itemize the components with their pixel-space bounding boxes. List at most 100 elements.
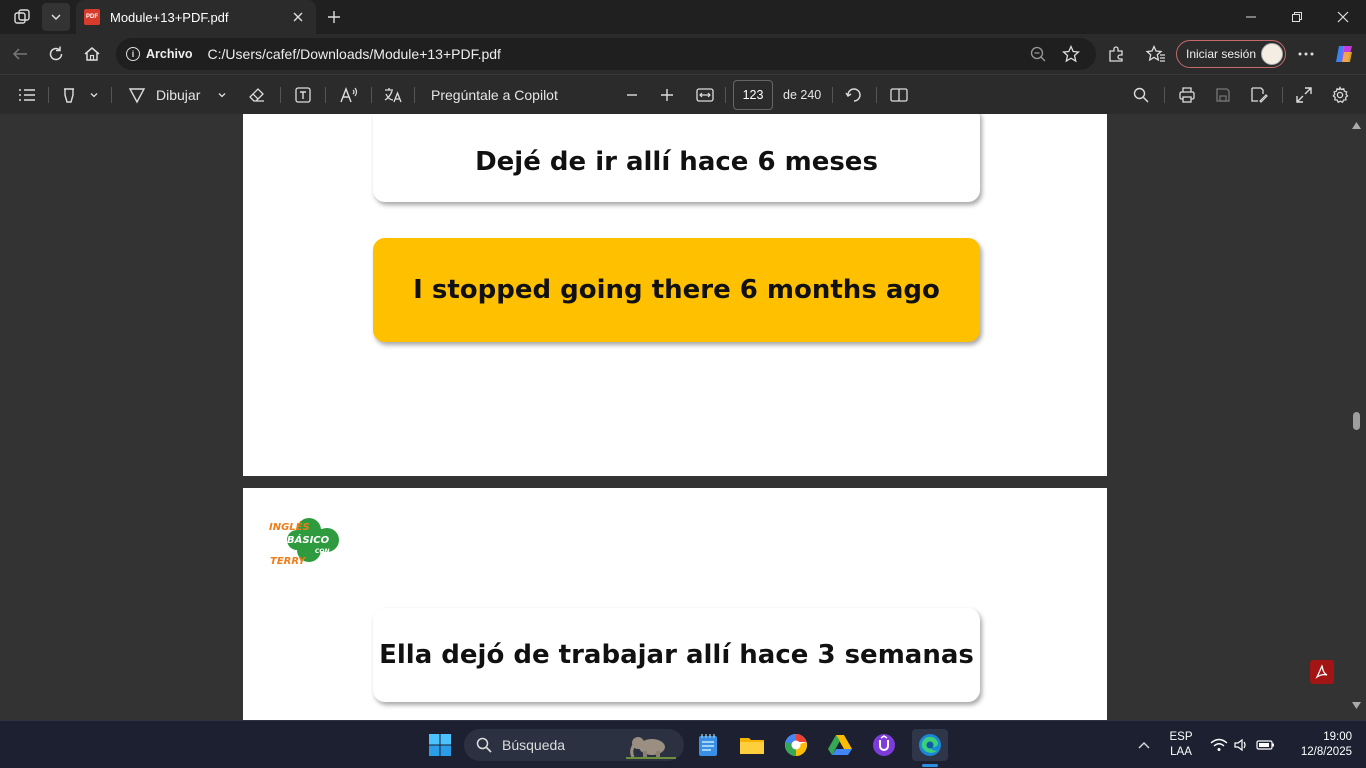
search-placeholder: Búsqueda: [502, 737, 566, 753]
highlight-icon[interactable]: [58, 83, 80, 107]
tab-bar: PDF Module+13+PDF.pdf: [0, 0, 1366, 34]
phrase-card-spanish: Dejé de ir allí hace 6 meses: [373, 114, 980, 202]
fullscreen-icon[interactable]: [1293, 83, 1315, 107]
window-controls: [1228, 0, 1366, 34]
separator: [111, 87, 112, 103]
pdf-viewer[interactable]: Dejé de ir allí hace 6 meses I stopped g…: [0, 114, 1366, 720]
close-window-button[interactable]: [1320, 0, 1366, 34]
separator: [725, 87, 726, 103]
separator: [280, 87, 281, 103]
save-as-icon[interactable]: [1248, 83, 1270, 107]
settings-gear-icon[interactable]: [1329, 83, 1351, 107]
file-explorer-icon[interactable]: [736, 729, 768, 761]
page-view-icon[interactable]: [888, 83, 910, 107]
ask-copilot-button[interactable]: Pregúntale a Copilot: [431, 83, 558, 107]
scroll-down-arrow-icon[interactable]: [1352, 702, 1361, 709]
highlight-dropdown-chevron-icon[interactable]: [86, 83, 102, 107]
tab-active[interactable]: PDF Module+13+PDF.pdf: [76, 0, 316, 34]
scrollbar-thumb[interactable]: [1353, 412, 1360, 430]
refresh-icon[interactable]: [42, 40, 70, 68]
zoom-out-icon[interactable]: [1030, 46, 1046, 65]
separator: [1164, 87, 1165, 103]
draw-dropdown-chevron-icon[interactable]: [214, 83, 230, 107]
signin-label: Iniciar sesión: [1186, 47, 1257, 61]
notepad-icon[interactable]: [692, 729, 724, 761]
extensions-icon[interactable]: [1102, 40, 1130, 68]
clock[interactable]: 19:00 12/8/2025: [1286, 730, 1352, 760]
ask-copilot-label: Pregúntale a Copilot: [431, 87, 558, 103]
pdf-page: INGLÉS BÁSICO CON TERRY Ella dejó de tra…: [243, 488, 1107, 720]
close-tab-icon[interactable]: [288, 7, 308, 27]
address-prefix: Archivo: [146, 47, 193, 61]
windows-start-icon[interactable]: [424, 729, 456, 761]
total-pages: de 240: [783, 83, 821, 107]
page-number-input[interactable]: 123: [733, 80, 773, 110]
separator: [325, 87, 326, 103]
zoom-in-plus-icon[interactable]: [657, 83, 677, 107]
tab-actions-chevron-icon[interactable]: [42, 3, 70, 31]
more-menu-icon[interactable]: [1292, 40, 1320, 68]
date: 12/8/2025: [1300, 746, 1352, 758]
zoom-out-minus-icon[interactable]: [622, 83, 642, 107]
info-icon[interactable]: i: [126, 47, 140, 61]
fit-width-icon[interactable]: [694, 83, 716, 107]
signin-button[interactable]: Iniciar sesión: [1176, 40, 1286, 68]
avatar: [1261, 43, 1283, 65]
draw-label: Dibujar: [156, 87, 201, 103]
google-drive-icon[interactable]: [824, 729, 856, 761]
active-app-indicator: [922, 764, 938, 767]
time: 19:00: [1323, 731, 1352, 743]
input-language[interactable]: ESP LAA: [1164, 730, 1198, 760]
phrase-text: Dejé de ir allí hace 6 meses: [475, 147, 878, 177]
new-tab-button[interactable]: [322, 5, 346, 29]
pdf-page: Dejé de ir allí hace 6 meses I stopped g…: [243, 114, 1107, 476]
contents-list-icon[interactable]: [16, 83, 38, 107]
logo-text: TERRY: [270, 556, 307, 567]
minimize-button[interactable]: [1228, 0, 1274, 34]
show-hidden-icons-chevron-icon[interactable]: [1128, 729, 1160, 761]
phrase-card-spanish: Ella dejó de trabajar allí hace 3 semana…: [373, 608, 980, 702]
search-icon: [476, 737, 492, 753]
favorites-icon[interactable]: [1142, 40, 1170, 68]
home-icon[interactable]: [78, 40, 106, 68]
rotate-icon[interactable]: [843, 83, 865, 107]
separator: [876, 87, 877, 103]
acrobat-icon[interactable]: [1310, 660, 1334, 684]
save-icon[interactable]: [1212, 83, 1234, 107]
eraser-icon[interactable]: [246, 83, 268, 107]
logo-text: BÁSICO: [287, 533, 330, 546]
microsoft-edge-icon[interactable]: [912, 729, 948, 767]
restore-button[interactable]: [1274, 0, 1320, 34]
draw-button[interactable]: Dibujar: [156, 83, 200, 107]
google-chrome-icon[interactable]: [780, 729, 812, 761]
print-icon[interactable]: [1176, 83, 1198, 107]
back-arrow-icon[interactable]: [6, 40, 34, 68]
current-page: 123: [742, 88, 764, 102]
add-text-icon[interactable]: [292, 83, 314, 107]
separator: [1282, 87, 1283, 103]
address-row: i Archivo C:/Users/cafef/Downloads/Modul…: [0, 34, 1366, 74]
url-text[interactable]: C:/Users/cafef/Downloads/Module+13+PDF.p…: [208, 46, 501, 62]
scrollbar[interactable]: [1346, 114, 1366, 720]
separator: [48, 87, 49, 103]
draw-pen-icon[interactable]: [126, 83, 148, 107]
network-volume-battery-group[interactable]: [1206, 729, 1282, 761]
workspaces-icon[interactable]: [8, 3, 36, 31]
copilot-icon[interactable]: [1330, 40, 1358, 68]
address-bar[interactable]: i Archivo C:/Users/cafef/Downloads/Modul…: [116, 38, 1096, 70]
battery-icon: [1256, 740, 1274, 750]
search-icon[interactable]: [1130, 83, 1152, 107]
taskbar-search[interactable]: Búsqueda: [464, 729, 684, 761]
proton-vpn-icon[interactable]: [868, 729, 900, 761]
translate-icon[interactable]: [382, 83, 404, 107]
ingles-basico-logo-icon: INGLÉS BÁSICO CON TERRY: [269, 518, 339, 567]
read-aloud-icon[interactable]: [338, 83, 360, 107]
logo-text: CON: [315, 548, 330, 555]
volume-icon: [1234, 738, 1246, 752]
favorite-star-icon[interactable]: [1061, 44, 1081, 66]
lang-line: LAA: [1170, 746, 1192, 758]
scroll-up-arrow-icon[interactable]: [1352, 122, 1361, 129]
lang-line: ESP: [1169, 731, 1193, 743]
phrase-text: I stopped going there 6 months ago: [413, 275, 940, 305]
total-pages-label: de 240: [783, 88, 822, 102]
